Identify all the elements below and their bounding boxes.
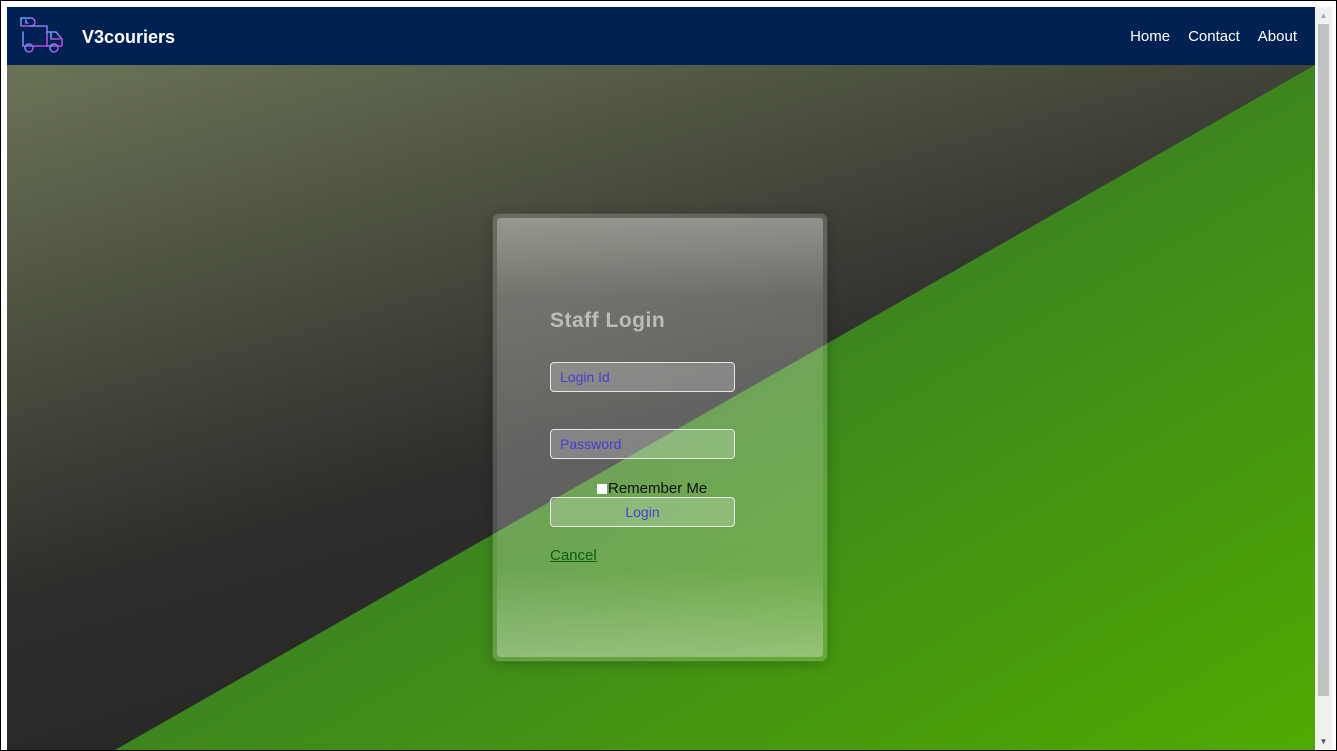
browser-frame: V3couriers Home Contact About Staff Logi… <box>0 0 1337 751</box>
page-viewport: V3couriers Home Contact About Staff Logi… <box>7 7 1315 750</box>
nav-link-contact[interactable]: Contact <box>1188 28 1240 45</box>
triangle-down-icon[interactable]: ▼ <box>1315 733 1332 750</box>
login-button[interactable]: Login <box>550 497 735 527</box>
cancel-link[interactable]: Cancel <box>550 547 597 564</box>
remember-me-checkbox[interactable] <box>597 483 607 494</box>
login-title: Staff Login <box>550 309 666 332</box>
scrollbar-thumb[interactable] <box>1318 24 1329 696</box>
brand-name[interactable]: V3couriers <box>82 27 175 48</box>
login-card: Staff Login Remember Me Login Cancel <box>493 214 827 661</box>
vertical-scrollbar[interactable]: ▲ ▼ <box>1315 7 1332 750</box>
login-id-input[interactable] <box>550 362 735 392</box>
hero-section: Staff Login Remember Me Login Cancel <box>7 65 1315 750</box>
delivery-truck-icon[interactable] <box>15 16 69 56</box>
triangle-up-icon[interactable]: ▲ <box>1315 7 1332 24</box>
navbar: V3couriers Home Contact About <box>7 7 1315 65</box>
password-input[interactable] <box>550 429 735 459</box>
remember-me[interactable]: Remember Me <box>597 480 707 497</box>
nav-link-home[interactable]: Home <box>1130 28 1170 45</box>
remember-me-label: Remember Me <box>608 480 708 497</box>
nav-links: Home Contact About <box>1130 28 1297 45</box>
nav-link-about[interactable]: About <box>1258 28 1297 45</box>
